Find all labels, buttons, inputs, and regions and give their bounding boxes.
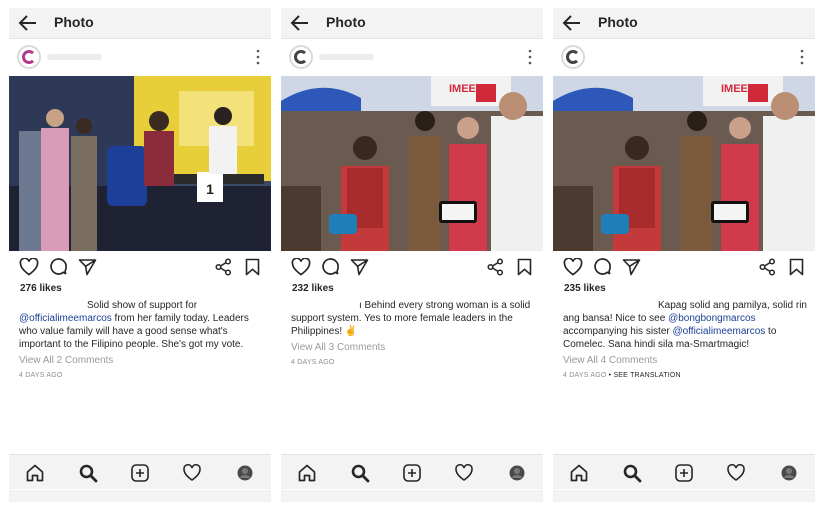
activity-heart-icon[interactable] <box>726 463 746 483</box>
mention-link[interactable]: @officialimeemarcos <box>673 326 766 337</box>
post-actions <box>9 258 271 278</box>
search-icon[interactable] <box>622 463 642 483</box>
post-caption: Kapag solid ang pamilya, solid rin ang b… <box>563 300 807 350</box>
share-icon[interactable] <box>759 258 776 276</box>
post-actions <box>553 258 815 278</box>
heart-icon[interactable] <box>19 258 39 276</box>
bookmark-icon[interactable] <box>245 258 260 276</box>
page-title: Photo <box>326 14 366 30</box>
home-icon[interactable] <box>25 463 45 483</box>
bottom-strip <box>9 490 271 502</box>
add-post-icon[interactable] <box>130 463 150 483</box>
bookmark-icon[interactable] <box>789 258 804 276</box>
more-vertical-icon[interactable] <box>799 48 805 66</box>
like-count: 276 likes <box>20 283 62 294</box>
post-photo[interactable]: IMEE <box>281 76 543 251</box>
comment-icon[interactable] <box>49 258 68 277</box>
post-time: 4 DAYS AGO <box>291 359 335 366</box>
share-icon[interactable] <box>215 258 232 276</box>
post-screen-2: Photo IMEE 232 likes ı Behind every stro… <box>281 8 543 502</box>
add-post-icon[interactable] <box>402 463 422 483</box>
heart-icon[interactable] <box>291 258 311 276</box>
avatar[interactable] <box>17 45 41 69</box>
search-icon[interactable] <box>350 463 370 483</box>
send-icon[interactable] <box>622 258 641 276</box>
bottom-nav <box>281 454 543 489</box>
view-all-comments-link[interactable]: View All 2 Comments <box>19 355 113 366</box>
activity-heart-icon[interactable] <box>454 463 474 483</box>
more-vertical-icon[interactable] <box>527 48 533 66</box>
avatar[interactable] <box>561 45 585 69</box>
home-icon[interactable] <box>297 463 317 483</box>
share-icon[interactable] <box>487 258 504 276</box>
send-icon[interactable] <box>350 258 369 276</box>
top-bar: Photo <box>553 8 815 39</box>
page-title: Photo <box>598 14 638 30</box>
comment-icon[interactable] <box>593 258 612 277</box>
bottom-strip <box>553 490 815 502</box>
banner-text: IMEE <box>449 83 476 95</box>
back-arrow-icon[interactable] <box>18 14 38 32</box>
back-arrow-icon[interactable] <box>562 14 582 32</box>
mention-link[interactable]: @officialimeemarcos <box>19 313 112 324</box>
top-bar: Photo <box>281 8 543 39</box>
page-title: Photo <box>54 14 94 30</box>
like-count: 232 likes <box>292 283 334 294</box>
mention-link[interactable]: @bongbongmarcos <box>668 313 755 324</box>
post-time: 4 DAYS AGO • SEE TRANSLATION <box>563 372 681 379</box>
top-bar: Photo <box>9 8 271 39</box>
profile-icon[interactable] <box>235 463 255 483</box>
heart-icon[interactable] <box>563 258 583 276</box>
post-caption: Solid show of support for @officialimeem… <box>19 300 249 350</box>
profile-icon[interactable] <box>507 463 527 483</box>
banner-text: IMEE <box>721 83 748 95</box>
post-screen-1: Photo 1 276 likes Solid show of support … <box>9 8 271 502</box>
search-icon[interactable] <box>78 463 98 483</box>
like-count: 235 likes <box>564 283 606 294</box>
username-redacted <box>47 54 102 60</box>
avatar[interactable] <box>289 45 313 69</box>
username-redacted <box>319 54 374 60</box>
post-photo[interactable]: 1 <box>9 76 271 251</box>
comment-icon[interactable] <box>321 258 340 277</box>
view-all-comments-link[interactable]: View All 3 Comments <box>291 342 385 353</box>
bottom-nav <box>553 454 815 489</box>
more-vertical-icon[interactable] <box>255 48 261 66</box>
bottom-nav <box>9 454 271 489</box>
home-icon[interactable] <box>569 463 589 483</box>
bookmark-icon[interactable] <box>517 258 532 276</box>
view-all-comments-link[interactable]: View All 4 Comments <box>563 355 657 366</box>
post-photo[interactable]: IMEE <box>553 76 815 251</box>
post-time: 4 DAYS AGO <box>19 372 63 379</box>
bottom-strip <box>281 490 543 502</box>
post-screen-3: Photo IMEE 235 likes Kapag solid ang pam… <box>553 8 815 502</box>
post-actions <box>281 258 543 278</box>
back-arrow-icon[interactable] <box>290 14 310 32</box>
number-card: 1 <box>206 181 214 197</box>
send-icon[interactable] <box>78 258 97 276</box>
see-translation-link[interactable]: • SEE TRANSLATION <box>607 372 681 379</box>
activity-heart-icon[interactable] <box>182 463 202 483</box>
post-caption: ı Behind every strong woman is a solid s… <box>291 300 531 337</box>
profile-icon[interactable] <box>779 463 799 483</box>
add-post-icon[interactable] <box>674 463 694 483</box>
